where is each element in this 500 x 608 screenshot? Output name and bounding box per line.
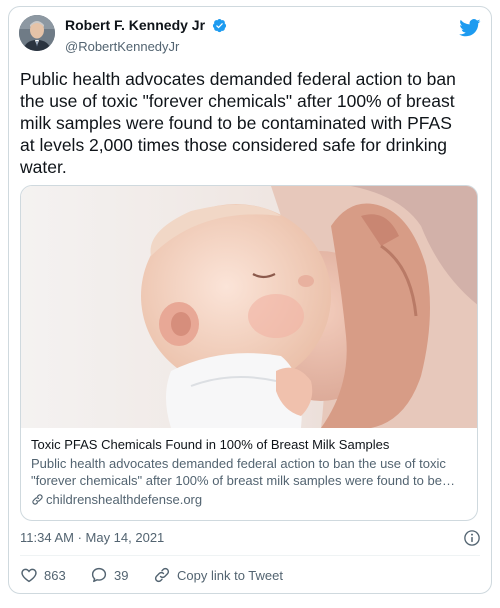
verified-badge-icon bbox=[212, 18, 227, 38]
like-button[interactable]: 863 bbox=[20, 565, 66, 585]
link-card[interactable]: Toxic PFAS Chemicals Found in 100% of Br… bbox=[20, 185, 478, 521]
tweet-actions: 863 39 Copy link to Tweet bbox=[20, 565, 480, 585]
reply-button[interactable]: 39 bbox=[90, 565, 128, 585]
card-image[interactable] bbox=[21, 186, 477, 428]
tweet-timestamp[interactable]: 11:34 AM · May 14, 2021 bbox=[20, 529, 164, 547]
user-info[interactable]: Robert F. Kennedy Jr @RobertKennedyJr bbox=[65, 16, 227, 56]
user-handle[interactable]: @RobertKennedyJr bbox=[65, 38, 227, 56]
card-description: Public health advocates demanded federal… bbox=[31, 455, 471, 489]
reply-count: 39 bbox=[114, 567, 129, 583]
display-name[interactable]: Robert F. Kennedy Jr bbox=[65, 17, 205, 33]
tweet-header: Robert F. Kennedy Jr @RobertKennedyJr bbox=[19, 15, 481, 59]
copy-link-button[interactable]: Copy link to Tweet bbox=[153, 565, 283, 585]
card-domain[interactable]: childrenshealthdefense.org bbox=[31, 491, 467, 508]
reply-bubble-icon bbox=[91, 567, 107, 583]
divider bbox=[20, 555, 480, 556]
like-count: 863 bbox=[44, 567, 66, 583]
tweet-text: Public health advocates demanded federal… bbox=[20, 69, 456, 177]
card-description-line-2: "forever chemicals" after 100% of breast… bbox=[31, 473, 455, 488]
link-icon bbox=[32, 494, 43, 505]
card-domain-text: childrenshealthdefense.org bbox=[46, 492, 203, 507]
card-description-line-1: Public health advocates demanded federal… bbox=[31, 456, 446, 471]
card-body: Toxic PFAS Chemicals Found in 100% of Br… bbox=[31, 436, 467, 508]
card-title[interactable]: Toxic PFAS Chemicals Found in 100% of Br… bbox=[31, 436, 467, 453]
avatar-photo-icon bbox=[19, 15, 55, 51]
avatar[interactable] bbox=[19, 15, 55, 51]
tweet-embed: Robert F. Kennedy Jr @RobertKennedyJr Pu… bbox=[8, 6, 492, 594]
info-icon[interactable] bbox=[463, 529, 481, 547]
heart-icon bbox=[21, 568, 37, 583]
twitter-bird-icon[interactable] bbox=[459, 19, 481, 37]
copy-link-label: Copy link to Tweet bbox=[177, 567, 283, 583]
link-icon bbox=[154, 567, 170, 583]
baby-breastfeeding-photo-icon bbox=[21, 186, 477, 428]
